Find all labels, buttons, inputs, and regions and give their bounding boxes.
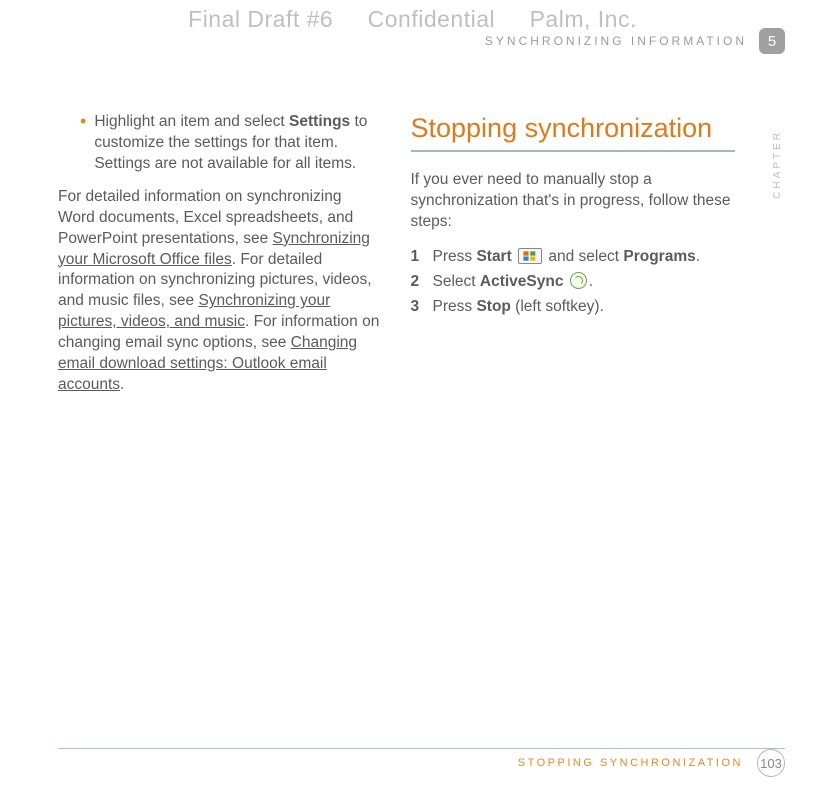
step-body: Select ActiveSync .	[433, 272, 594, 293]
confidential-label: Confidential	[368, 6, 495, 32]
start-icon	[518, 248, 542, 264]
step-number: 2	[411, 272, 433, 293]
chapter-number-badge: 5	[759, 28, 785, 54]
page-footer: STOPPING SYNCHRONIZATION 103	[518, 749, 785, 777]
step-body: Press Start and select Programs.	[433, 247, 701, 268]
page-header: SYNCHRONIZING INFORMATION 5	[485, 28, 785, 54]
title-underline	[411, 150, 736, 152]
section-label: SYNCHRONIZING INFORMATION	[485, 34, 747, 48]
right-column: Stopping synchronization If you ever nee…	[411, 112, 736, 396]
step-2: 2 Select ActiveSync .	[411, 272, 736, 293]
page-number: 103	[757, 749, 785, 777]
content-columns: • Highlight an item and select Settings …	[58, 112, 735, 396]
footer-label: STOPPING SYNCHRONIZATION	[518, 757, 743, 769]
step-3: 3 Press Stop (left softkey).	[411, 297, 736, 318]
step-number: 3	[411, 297, 433, 318]
activesync-icon	[570, 272, 587, 289]
bullet-text: Highlight an item and select Settings to…	[94, 112, 382, 175]
left-column: • Highlight an item and select Settings …	[58, 112, 383, 396]
step-body: Press Stop (left softkey).	[433, 297, 604, 318]
chapter-vertical-label: CHAPTER	[772, 130, 783, 199]
detail-paragraph: For detailed information on synchronizin…	[58, 187, 383, 396]
intro-paragraph: If you ever need to manually stop a sync…	[411, 170, 736, 233]
section-title: Stopping synchronization	[411, 112, 736, 144]
bullet-icon: •	[80, 112, 86, 130]
step-number: 1	[411, 247, 433, 268]
bullet-item: • Highlight an item and select Settings …	[80, 112, 383, 175]
step-1: 1 Press Start and select Programs.	[411, 247, 736, 268]
draft-label: Final Draft #6	[188, 6, 333, 32]
